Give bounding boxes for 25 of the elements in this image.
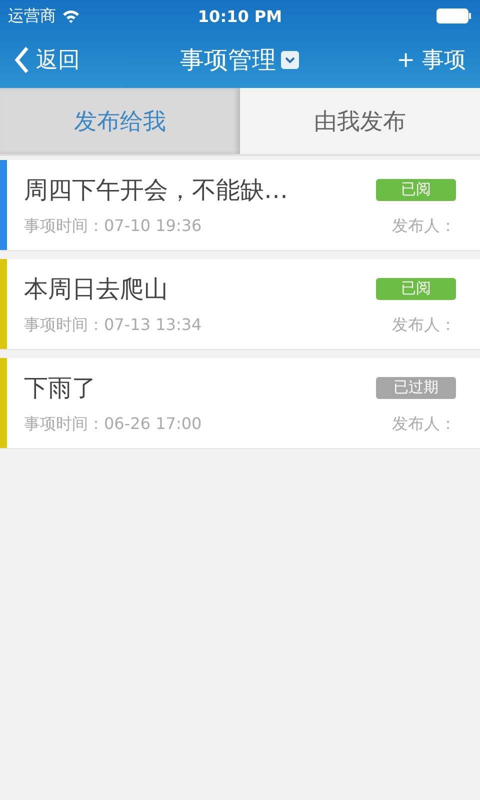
add-item-button[interactable]: + 事项 (300, 45, 466, 75)
item-title: 周四下午开会，不能缺… (24, 174, 288, 206)
list-item[interactable]: 周四下午开会，不能缺… 已阅 事项时间：07-10 19:36 发布人： (0, 160, 480, 251)
clock-time: 10:10 PM (198, 6, 282, 26)
item-time: 事项时间：07-10 19:36 (24, 216, 202, 236)
item-time: 事项时间：07-13 13:34 (24, 314, 202, 336)
publisher-label: 发布人： (392, 314, 456, 336)
item-time: 事项时间：06-26 17:00 (24, 414, 202, 434)
publisher-label: 发布人： (392, 216, 456, 236)
list-item[interactable]: 本周日去爬山 已阅 事项时间：07-13 13:34 发布人： (0, 259, 480, 350)
carrier-name: 运营商 (8, 6, 56, 26)
status-tag: 已过期 (376, 376, 456, 398)
battery-icon (436, 8, 472, 24)
status-tag: 已阅 (376, 278, 456, 300)
back-button[interactable]: 返回 (14, 45, 180, 75)
status-tag: 已阅 (376, 178, 456, 200)
item-title: 本周日去爬山 (24, 274, 168, 304)
list-item[interactable]: 下雨了 已过期 事项时间：06-26 17:00 发布人： (0, 358, 480, 449)
wifi-icon (62, 9, 80, 23)
item-title: 下雨了 (24, 372, 96, 404)
dropdown-icon[interactable] (280, 50, 300, 70)
tab[interactable]: 发布给我 (0, 88, 240, 154)
publisher-label: 发布人： (392, 414, 456, 434)
page-title: 事项管理 (180, 45, 276, 76)
back-chevron-icon (14, 46, 30, 74)
